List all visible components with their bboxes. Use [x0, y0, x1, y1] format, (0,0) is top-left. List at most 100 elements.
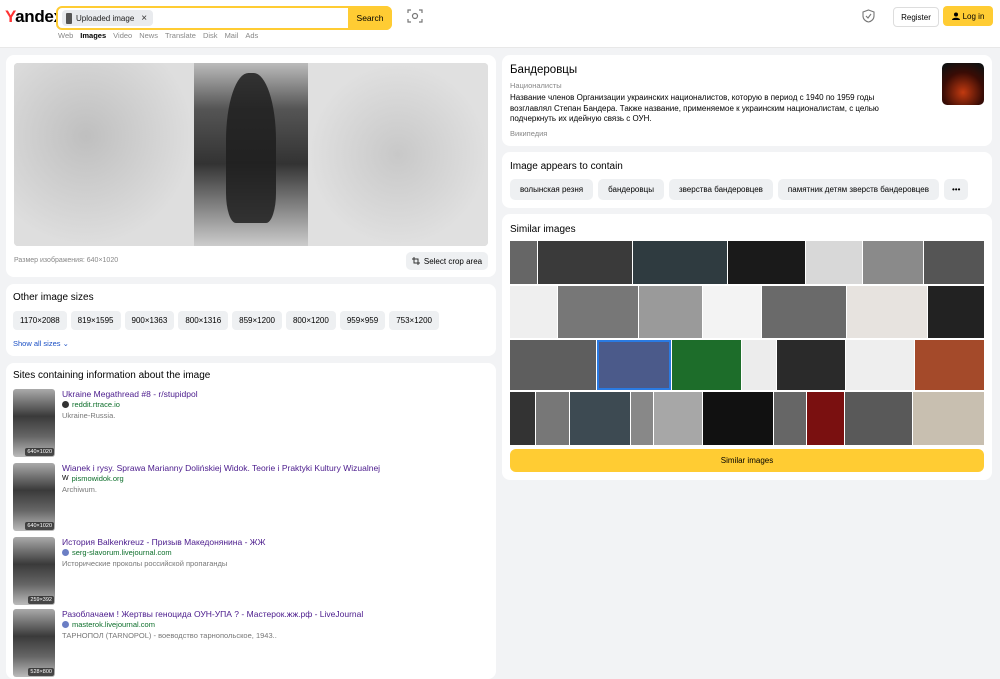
size-list: 1170×2088 819×1595 900×1363 800×1316 859…	[13, 311, 440, 330]
nav-mail[interactable]: Mail	[225, 31, 239, 40]
similar-image[interactable]	[762, 286, 846, 338]
similar-images-button[interactable]: Similar images	[510, 449, 984, 472]
remove-image-icon[interactable]: ×	[141, 13, 147, 24]
site-result[interactable]: 640×1020 Wianek i rysy. Sprawa Marianny …	[13, 463, 483, 531]
top-bar: Yandex Uploaded image × Search Web Image…	[0, 0, 1000, 48]
tag-list: волынская резня бандеровцы зверства банд…	[510, 179, 969, 200]
thumb-size: 640×1020	[25, 448, 54, 456]
more-tags-button[interactable]: •••	[943, 179, 969, 200]
similar-image[interactable]	[703, 286, 761, 338]
size-chip[interactable]: 859×1200	[232, 311, 282, 330]
similar-image[interactable]	[846, 340, 914, 390]
similar-image[interactable]	[807, 392, 844, 445]
similar-image[interactable]	[924, 241, 984, 284]
similar-image[interactable]	[863, 241, 923, 284]
size-chip[interactable]: 959×959	[339, 311, 386, 330]
shield-icon[interactable]	[862, 9, 875, 23]
site-thumbnail[interactable]: 259×392	[13, 537, 55, 605]
similar-image[interactable]	[510, 241, 537, 284]
site-title[interactable]: Ukraine Megathread #8 - r/stupidpol	[62, 389, 198, 399]
site-result[interactable]: 259×392 История Balkenkreuz - Призыв Мак…	[13, 537, 483, 605]
size-chip[interactable]: 800×1316	[178, 311, 229, 330]
similar-image[interactable]	[536, 392, 569, 445]
site-favicon-icon: W	[62, 475, 69, 482]
site-result[interactable]: 640×1020 Ukraine Megathread #8 - r/stupi…	[13, 389, 483, 457]
similar-image[interactable]	[654, 392, 702, 445]
tag-chip[interactable]: памятник детям зверств бандеровцев	[777, 179, 939, 200]
similar-image[interactable]	[915, 340, 984, 390]
service-nav: Web Images Video News Translate Disk Mai…	[58, 31, 265, 40]
size-chip[interactable]: 753×1200	[389, 311, 440, 330]
entity-desc-line: подчеркнуть их идейную связь с ОУН.	[510, 114, 652, 123]
entity-source[interactable]: Википедия	[510, 129, 547, 138]
select-crop-button[interactable]: Select crop area	[406, 252, 488, 270]
similar-title: Similar images	[510, 224, 576, 235]
size-chip[interactable]: 1170×2088	[13, 311, 67, 330]
nav-web[interactable]: Web	[58, 31, 73, 40]
site-description: Archiwum.	[62, 485, 98, 494]
search-button[interactable]: Search	[348, 6, 392, 30]
site-thumbnail[interactable]: 640×1020	[13, 389, 55, 457]
site-host[interactable]: serg-slavorum.livejournal.com	[62, 548, 172, 557]
similar-image[interactable]	[597, 340, 671, 390]
nav-translate[interactable]: Translate	[165, 31, 196, 40]
login-label: Log in	[962, 11, 985, 21]
nav-images[interactable]: Images	[80, 31, 106, 40]
site-thumbnail[interactable]: 528×800	[13, 609, 55, 677]
entity-desc-line: возглавлял Степан Бандера. Также названи…	[510, 103, 879, 113]
similar-image[interactable]	[510, 340, 596, 390]
tag-chip[interactable]: бандеровцы	[598, 179, 664, 200]
nav-disk[interactable]: Disk	[203, 31, 218, 40]
site-result[interactable]: 528×800 Разоблачаем ! Жертвы геноцида ОУ…	[13, 609, 483, 677]
uploaded-image-chip[interactable]: Uploaded image ×	[62, 10, 154, 26]
site-host[interactable]: Wpismowidok.org	[62, 474, 124, 483]
similar-image[interactable]	[570, 392, 630, 445]
size-chip[interactable]: 800×1200	[285, 311, 336, 330]
similar-image[interactable]	[538, 241, 632, 284]
image-size-text: Размер изображения: 640×1020	[14, 257, 119, 264]
site-description: Исторические проколы российской пропаган…	[62, 559, 228, 568]
similar-image[interactable]	[806, 241, 862, 284]
similar-image[interactable]	[913, 392, 984, 445]
tag-chip[interactable]: волынская резня	[510, 179, 594, 200]
nav-video[interactable]: Video	[113, 31, 132, 40]
similar-image[interactable]	[558, 286, 638, 338]
similar-image[interactable]	[742, 340, 776, 390]
nav-ads[interactable]: Ads	[245, 31, 258, 40]
similar-image[interactable]	[631, 392, 653, 445]
similar-image[interactable]	[777, 340, 845, 390]
camera-search-icon[interactable]	[407, 9, 423, 23]
site-host[interactable]: reddit.rtrace.io	[62, 400, 120, 409]
site-title[interactable]: История Balkenkreuz - Призыв Македонянин…	[62, 537, 265, 547]
similar-image[interactable]	[510, 286, 557, 338]
similar-image[interactable]	[928, 286, 984, 338]
site-title[interactable]: Разоблачаем ! Жертвы геноцида ОУН-УПА ? …	[62, 609, 363, 619]
similar-image[interactable]	[639, 286, 702, 338]
register-button[interactable]: Register	[893, 7, 939, 27]
site-title[interactable]: Wianek i rysy. Sprawa Marianny Dolińskie…	[62, 463, 380, 473]
similar-image[interactable]	[672, 340, 741, 390]
size-chip[interactable]: 900×1363	[124, 311, 175, 330]
similar-image[interactable]	[510, 392, 535, 445]
user-icon	[951, 12, 960, 20]
similar-image[interactable]	[847, 286, 927, 338]
site-description: ТАРНОПОЛ (TARNOPOL) - воеводство тарнопо…	[62, 631, 277, 640]
similar-image[interactable]	[728, 241, 805, 284]
show-all-sizes-link[interactable]: Show all sizes ⌄	[13, 339, 69, 348]
similar-image[interactable]	[703, 392, 773, 445]
entity-title[interactable]: Бандеровцы	[510, 64, 577, 76]
size-chip[interactable]: 819×1595	[70, 311, 121, 330]
similar-image[interactable]	[845, 392, 912, 445]
entity-image[interactable]	[942, 63, 984, 105]
site-host[interactable]: masterok.livejournal.com	[62, 620, 155, 629]
uploaded-image-preview[interactable]	[14, 63, 488, 246]
entity-description: Название членов Организации украинских н…	[510, 93, 930, 125]
site-thumbnail[interactable]: 640×1020	[13, 463, 55, 531]
login-button[interactable]: Log in	[943, 6, 993, 26]
search-box[interactable]: Uploaded image × Search	[56, 6, 392, 30]
tag-chip[interactable]: зверства бандеровцев	[668, 179, 773, 200]
similar-image[interactable]	[633, 241, 727, 284]
nav-news[interactable]: News	[139, 31, 158, 40]
yandex-logo[interactable]: Yandex	[5, 7, 63, 27]
similar-image[interactable]	[774, 392, 806, 445]
